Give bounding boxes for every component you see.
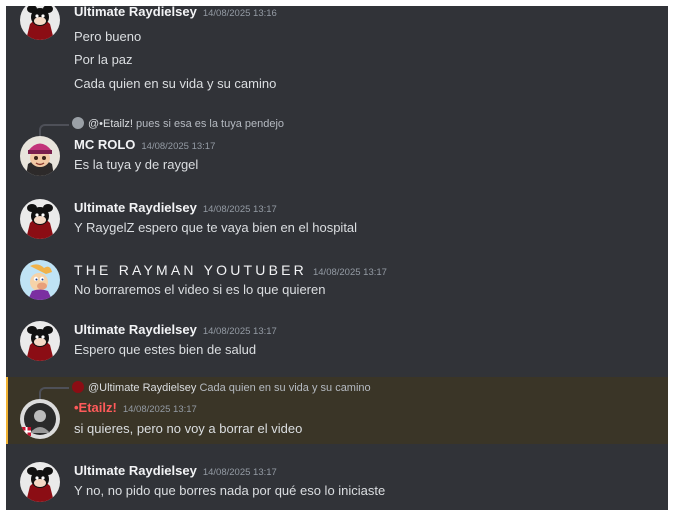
- reply-connector: [39, 387, 69, 399]
- message-text: Y RaygelZ espero que te vaya bien en el …: [74, 220, 358, 235]
- message-header: Ultimate Raydielsey 14/08/2025 13:16: [74, 6, 277, 23]
- timestamp: 14/08/2025 13:16: [202, 8, 277, 19]
- message-text: Pero bueno: [74, 29, 142, 44]
- message-text: Es la tuya y de raygel: [74, 157, 199, 172]
- message-text: Espero que estes bien de salud: [74, 342, 257, 357]
- author-name[interactable]: Ultimate Raydielsey: [74, 6, 197, 19]
- reply-preview[interactable]: @Ultimate Raydielsey Cada quien en su vi…: [72, 381, 371, 395]
- message-header: •Etailz! 14/08/2025 13:17: [74, 399, 197, 419]
- the-rayman-youtuber-avatar-icon: [20, 260, 60, 300]
- avatar-etailz[interactable]: [20, 399, 60, 439]
- author-name[interactable]: MC ROLO: [74, 137, 135, 152]
- message-text: No borraremos el video si es lo que quie…: [74, 282, 326, 297]
- mc-rolo-avatar-icon: [20, 136, 60, 176]
- message-group-mention: @Ultimate Raydielsey Cada quien en su vi…: [6, 377, 668, 444]
- chat-messages-panel: Ultimate Raydielsey 14/08/2025 13:16 Pero…: [6, 6, 668, 510]
- message-group: Ultimate Raydielsey 14/08/2025 13:17 Y Ra…: [6, 195, 668, 251]
- message-group: @•Etailz! pues si esa es la tuya pendejo…: [6, 114, 668, 188]
- avatar-ultimate-raydielsey[interactable]: [20, 199, 60, 239]
- ultimate-raydielsey-avatar-icon: [20, 199, 60, 239]
- message-text: si quieres, pero no voy a borrar el vide…: [74, 421, 303, 436]
- timestamp: 14/08/2025 13:17: [202, 326, 277, 337]
- avatar-mc-rolo[interactable]: [20, 136, 60, 176]
- author-name[interactable]: Ultimate Raydielsey: [74, 463, 197, 478]
- avatar-ultimate-raydielsey[interactable]: [20, 462, 60, 502]
- message-group: THE RAYMAN YOUTUBER 14/08/2025 13:17 No b…: [6, 256, 668, 312]
- ultimate-raydielsey-avatar-icon: [20, 321, 60, 361]
- message-header: THE RAYMAN YOUTUBER 14/08/2025 13:17: [74, 261, 387, 282]
- reply-connector: [39, 124, 69, 136]
- message-text: Cada quien en su vida y su camino: [74, 76, 277, 91]
- reply-text: Cada quien en su vida y su camino: [199, 382, 371, 394]
- author-name[interactable]: Ultimate Raydielsey: [74, 322, 197, 337]
- timestamp: 14/08/2025 13:17: [202, 204, 277, 215]
- reply-author: @•Etailz!: [88, 118, 133, 130]
- message-header: Ultimate Raydielsey 14/08/2025 13:17: [74, 462, 277, 482]
- message-header: Ultimate Raydielsey 14/08/2025 13:17: [74, 199, 277, 219]
- timestamp: 14/08/2025 13:17: [312, 267, 387, 278]
- timestamp: 14/08/2025 13:17: [202, 467, 277, 478]
- message-group: Ultimate Raydielsey 14/08/2025 13:17 Espe…: [6, 317, 668, 373]
- message-header: Ultimate Raydielsey 14/08/2025 13:17: [74, 321, 277, 341]
- timestamp: 14/08/2025 13:17: [141, 141, 216, 152]
- message-text: Y no, no pido que borres nada por qué es…: [74, 483, 386, 498]
- reply-avatar-icon: [72, 117, 84, 129]
- message-group: Ultimate Raydielsey 14/08/2025 13:17 Y no…: [6, 458, 668, 510]
- reply-author: @Ultimate Raydielsey: [88, 382, 197, 394]
- avatar-the-rayman-youtuber[interactable]: [20, 260, 60, 300]
- message-group: Ultimate Raydielsey 14/08/2025 13:16 Pero…: [6, 6, 668, 102]
- message-text: Por la paz: [74, 52, 133, 67]
- reply-preview[interactable]: @•Etailz! pues si esa es la tuya pendejo: [72, 117, 284, 131]
- ultimate-raydielsey-avatar-icon: [20, 462, 60, 502]
- reply-text: pues si esa es la tuya pendejo: [136, 118, 285, 130]
- timestamp: 14/08/2025 13:17: [122, 404, 197, 415]
- avatar-ultimate-raydielsey[interactable]: [20, 6, 60, 40]
- author-name[interactable]: •Etailz!: [74, 400, 117, 415]
- reply-avatar-icon: [72, 381, 84, 393]
- author-name[interactable]: Ultimate Raydielsey: [74, 200, 197, 215]
- author-name[interactable]: THE RAYMAN YOUTUBER: [74, 262, 307, 278]
- message-header: MC ROLO 14/08/2025 13:17: [74, 136, 215, 156]
- etailz-avatar-icon: [20, 399, 60, 439]
- ultimate-raydielsey-avatar-icon: [20, 6, 60, 40]
- avatar-ultimate-raydielsey[interactable]: [20, 321, 60, 361]
